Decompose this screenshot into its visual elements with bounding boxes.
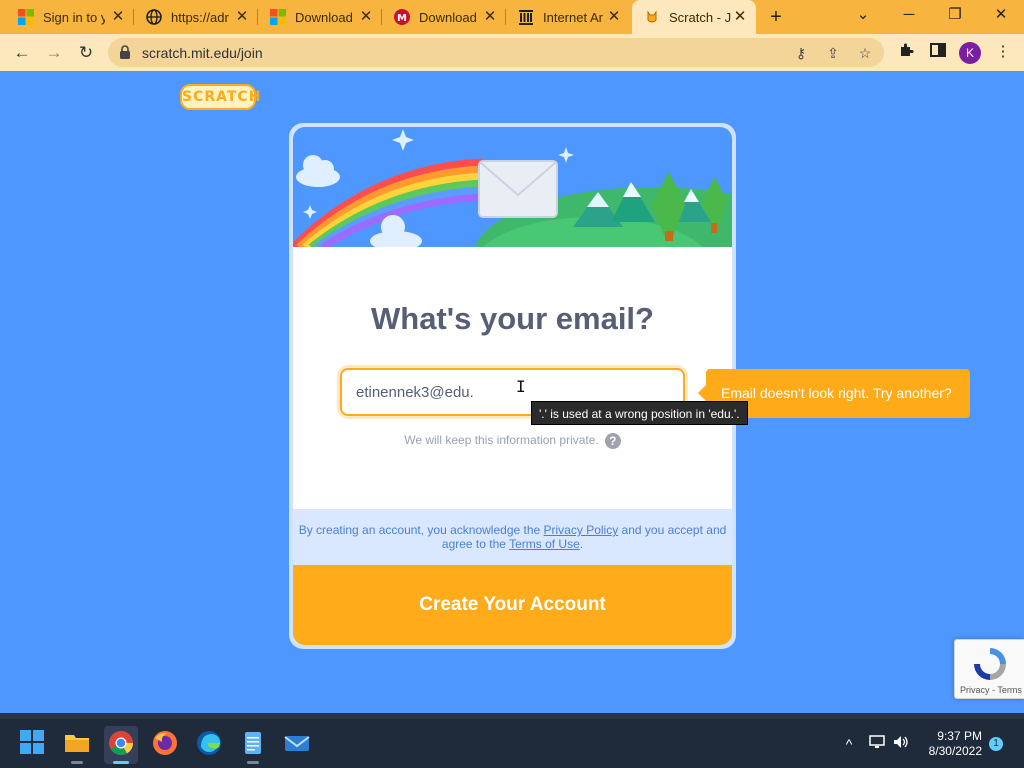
edge-icon[interactable]	[196, 730, 222, 756]
rainbow-banner-illustration	[293, 127, 732, 247]
address-url: scratch.mit.edu/join	[142, 45, 263, 61]
tab-title: Internet Ar	[543, 9, 603, 25]
legal-prefix: By creating an account, you acknowledge …	[298, 523, 544, 537]
form-body: What's your email? We will keep this inf…	[293, 247, 732, 509]
create-account-button[interactable]: Create Your Account	[293, 565, 732, 645]
page-title: What's your email?	[371, 301, 654, 336]
mail-icon[interactable]	[284, 730, 310, 756]
page-content: SCRATCH What's your email? etinennek3@ed…	[0, 71, 1024, 713]
close-icon[interactable]: ✕	[358, 9, 374, 25]
tab-title: Scratch - Jo	[669, 9, 731, 25]
close-icon[interactable]: ✕	[110, 9, 126, 25]
close-icon[interactable]: ✕	[732, 9, 748, 25]
legal-notice: By creating an account, you acknowledge …	[293, 509, 732, 565]
terms-of-use-link[interactable]: Terms of Use	[509, 537, 580, 551]
chrome-icon[interactable]	[108, 730, 134, 764]
mcafee-icon: M	[394, 9, 410, 25]
windows-taskbar: ^ 9:37 PM 8/30/2022 1	[0, 713, 1024, 768]
volume-icon[interactable]	[892, 735, 910, 753]
reload-icon[interactable]: ↻	[74, 41, 98, 65]
menu-icon[interactable]: ⋮	[993, 42, 1013, 62]
recaptcha-label[interactable]: Privacy - Terms	[960, 685, 1022, 695]
browser-tab-strip: Sign in to y ✕ https://adr ✕ Download ✕ …	[0, 0, 1024, 34]
star-icon[interactable]: ☆	[856, 44, 874, 62]
taskbar-preview-strip	[0, 713, 1024, 719]
tab-title: https://adr	[171, 9, 229, 25]
clock-time: 9:37 PM	[937, 729, 982, 743]
tab-search-icon[interactable]: ⌄	[840, 0, 886, 34]
recaptcha-icon	[974, 648, 1006, 680]
tab-title: Download	[295, 9, 353, 25]
scratch-cat-icon	[644, 9, 660, 25]
chevron-up-icon[interactable]: ^	[840, 735, 858, 753]
new-tab-button[interactable]: +	[764, 5, 788, 29]
notepad-icon[interactable]	[240, 730, 266, 764]
minimize-button[interactable]: ─	[886, 0, 932, 34]
browser-tab[interactable]: Internet Ar ✕	[506, 0, 630, 34]
close-icon[interactable]: ✕	[234, 9, 250, 25]
close-window-button[interactable]: ✕	[978, 0, 1024, 34]
key-icon[interactable]: ⚷	[792, 44, 810, 62]
lock-icon	[120, 45, 130, 59]
share-icon[interactable]: ⇪	[824, 44, 842, 62]
recaptcha-badge[interactable]: Privacy - Terms	[954, 639, 1024, 699]
address-bar[interactable]: scratch.mit.edu/join ⚷ ⇪ ☆	[108, 38, 884, 67]
legal-suffix: .	[579, 537, 584, 551]
privacy-policy-link[interactable]: Privacy Policy	[544, 523, 619, 537]
profile-avatar[interactable]: K	[959, 42, 981, 64]
browser-tab[interactable]: M Download ✕	[382, 0, 506, 34]
firefox-icon[interactable]	[152, 730, 178, 756]
svg-text:M: M	[397, 13, 407, 24]
clock-date: 8/30/2022	[928, 744, 982, 758]
browser-tab-active[interactable]: Scratch - Jo ✕	[632, 0, 756, 34]
browser-tab[interactable]: Download ✕	[258, 0, 382, 34]
privacy-note: We will keep this information private.?	[293, 433, 732, 449]
archive-icon	[518, 9, 534, 25]
restore-button[interactable]: ❐	[932, 0, 978, 34]
forward-icon[interactable]: →	[42, 41, 66, 65]
running-indicator	[71, 761, 83, 764]
running-indicator	[113, 761, 129, 764]
scratch-logo[interactable]: SCRATCH	[180, 84, 260, 110]
start-icon[interactable]	[20, 730, 46, 756]
microsoft-icon	[18, 9, 34, 25]
side-panel-icon[interactable]	[928, 42, 948, 62]
join-modal: What's your email? We will keep this inf…	[289, 123, 736, 649]
browser-tab[interactable]: Sign in to y ✕	[0, 0, 134, 34]
privacy-note-text: We will keep this information private.	[404, 433, 599, 448]
tab-title: Sign in to y	[43, 9, 105, 25]
running-indicator	[247, 761, 259, 764]
globe-icon	[146, 9, 162, 25]
browser-tab[interactable]: https://adr ✕	[134, 0, 258, 34]
extensions-icon[interactable]	[896, 42, 916, 62]
notification-badge[interactable]: 1	[989, 737, 1003, 751]
browser-toolbar: ← → ↻ scratch.mit.edu/join ⚷ ⇪ ☆ K ⋮	[0, 34, 1024, 71]
microsoft-icon	[270, 9, 286, 25]
validation-tooltip: '.' is used at a wrong position in 'edu.…	[531, 401, 748, 425]
system-clock[interactable]: 9:37 PM 8/30/2022	[916, 729, 982, 759]
display-icon[interactable]	[868, 735, 886, 753]
file-explorer-icon[interactable]	[64, 730, 90, 764]
text-cursor-icon: I	[516, 377, 526, 396]
tab-title: Download	[419, 9, 477, 25]
back-icon[interactable]: ←	[10, 41, 34, 65]
help-icon[interactable]: ?	[604, 433, 621, 449]
close-icon[interactable]: ✕	[606, 9, 622, 25]
close-icon[interactable]: ✕	[482, 9, 498, 25]
